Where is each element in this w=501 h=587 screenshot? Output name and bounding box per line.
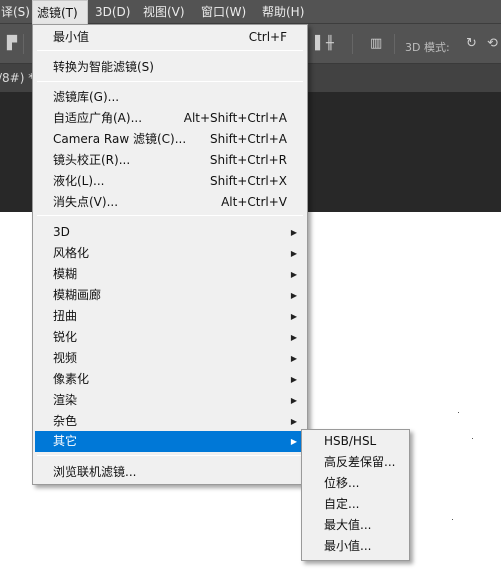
submenu-arrow-icon: ▶ (290, 228, 297, 237)
canvas-speck (472, 438, 473, 439)
menu-item-pixelate[interactable]: 像素化 ▶ (35, 369, 305, 390)
menu-item-distort[interactable]: 扭曲 ▶ (35, 306, 305, 327)
align-right-icon[interactable]: ▐ (310, 36, 320, 52)
menu-3d[interactable]: 3D(D) (91, 0, 134, 24)
submenu-arrow-icon: ▶ (290, 354, 297, 363)
submenu-arrow-icon: ▶ (290, 375, 297, 384)
menu-item-camera-raw[interactable]: Camera Raw 滤镜(C)... Shift+Ctrl+A (35, 129, 305, 150)
menu-item-browse-online-filters[interactable]: 浏览联机滤镜... (35, 462, 305, 483)
submenu-arrow-icon: ▶ (290, 270, 297, 279)
menu-item-blur[interactable]: 模糊 ▶ (35, 264, 305, 285)
menu-item-adaptive-wide-angle[interactable]: 自适应广角(A)... Alt+Shift+Ctrl+A (35, 108, 305, 129)
menu-separator (37, 215, 303, 216)
menu-item-video[interactable]: 视频 ▶ (35, 348, 305, 369)
menu-item-noise[interactable]: 杂色 ▶ (35, 411, 305, 432)
3d-mode-label: 3D 模式: (405, 41, 450, 54)
menu-separator (37, 455, 303, 456)
menu-item-lens-correction[interactable]: 镜头校正(R)... Shift+Ctrl+R (35, 150, 305, 171)
submenu-item-high-pass[interactable]: 高反差保留... (304, 452, 407, 473)
submenu-arrow-icon: ▶ (290, 312, 297, 321)
align-hcenter-icon[interactable]: ╫ (326, 36, 334, 52)
canvas-speck (458, 412, 459, 413)
options-divider (352, 34, 353, 54)
3d-roll-icon[interactable]: ⟲ (487, 36, 498, 52)
submenu-arrow-icon: ▶ (290, 333, 297, 342)
menu-select[interactable]: 译(S) (0, 0, 34, 24)
menu-item-other[interactable]: 其它 ▶ (35, 431, 305, 452)
menu-separator (37, 81, 303, 82)
canvas-speck (452, 519, 453, 520)
menu-item-convert-smart-filters[interactable]: 转换为智能滤镜(S) (35, 57, 305, 78)
submenu-item-custom[interactable]: 自定... (304, 494, 407, 515)
submenu-arrow-icon: ▶ (290, 437, 297, 446)
submenu-arrow-icon: ▶ (290, 291, 297, 300)
submenu-item-hsb-hsl[interactable]: HSB/HSL (304, 431, 407, 452)
menu-item-liquify[interactable]: 液化(L)... Shift+Ctrl+X (35, 171, 305, 192)
menu-item-3d[interactable]: 3D ▶ (35, 222, 305, 243)
menu-separator (37, 50, 303, 51)
submenu-arrow-icon: ▶ (290, 417, 297, 426)
options-divider (394, 34, 395, 54)
menu-window[interactable]: 窗口(W) (197, 0, 250, 24)
options-divider (23, 34, 24, 54)
3d-orbit-icon[interactable]: ↻ (466, 36, 477, 52)
menubar: 译(S) 滤镜(T) 3D(D) 视图(V) 窗口(W) 帮助(H) (0, 0, 501, 24)
distribute-icon[interactable]: ▥ (370, 36, 382, 52)
menu-item-last-filter[interactable]: 最小值 Ctrl+F (35, 27, 305, 48)
submenu-item-maximum[interactable]: 最大值... (304, 515, 407, 536)
menu-item-sharpen[interactable]: 锐化 ▶ (35, 327, 305, 348)
document-tab-title[interactable]: /8#) * (0, 64, 34, 92)
menu-item-vanishing-point[interactable]: 消失点(V)... Alt+Ctrl+V (35, 192, 305, 213)
submenu-arrow-icon: ▶ (290, 249, 297, 258)
menu-item-stylize[interactable]: 风格化 ▶ (35, 243, 305, 264)
submenu-arrow-icon: ▶ (290, 396, 297, 405)
menu-item-render[interactable]: 渲染 ▶ (35, 390, 305, 411)
align-top-icon[interactable]: ▛ (7, 36, 17, 52)
submenu-item-minimum[interactable]: 最小值... (304, 536, 407, 557)
menu-help[interactable]: 帮助(H) (258, 0, 308, 24)
submenu-item-offset[interactable]: 位移... (304, 473, 407, 494)
filter-menu: 最小值 Ctrl+F 转换为智能滤镜(S) 滤镜库(G)... 自适应广角(A)… (32, 24, 308, 485)
menu-view[interactable]: 视图(V) (139, 0, 189, 24)
menu-filter[interactable]: 滤镜(T) (32, 0, 88, 24)
menu-item-filter-gallery[interactable]: 滤镜库(G)... (35, 87, 305, 108)
other-submenu: HSB/HSL 高反差保留... 位移... 自定... 最大值... 最小值.… (301, 429, 410, 561)
menu-item-blur-gallery[interactable]: 模糊画廊 ▶ (35, 285, 305, 306)
